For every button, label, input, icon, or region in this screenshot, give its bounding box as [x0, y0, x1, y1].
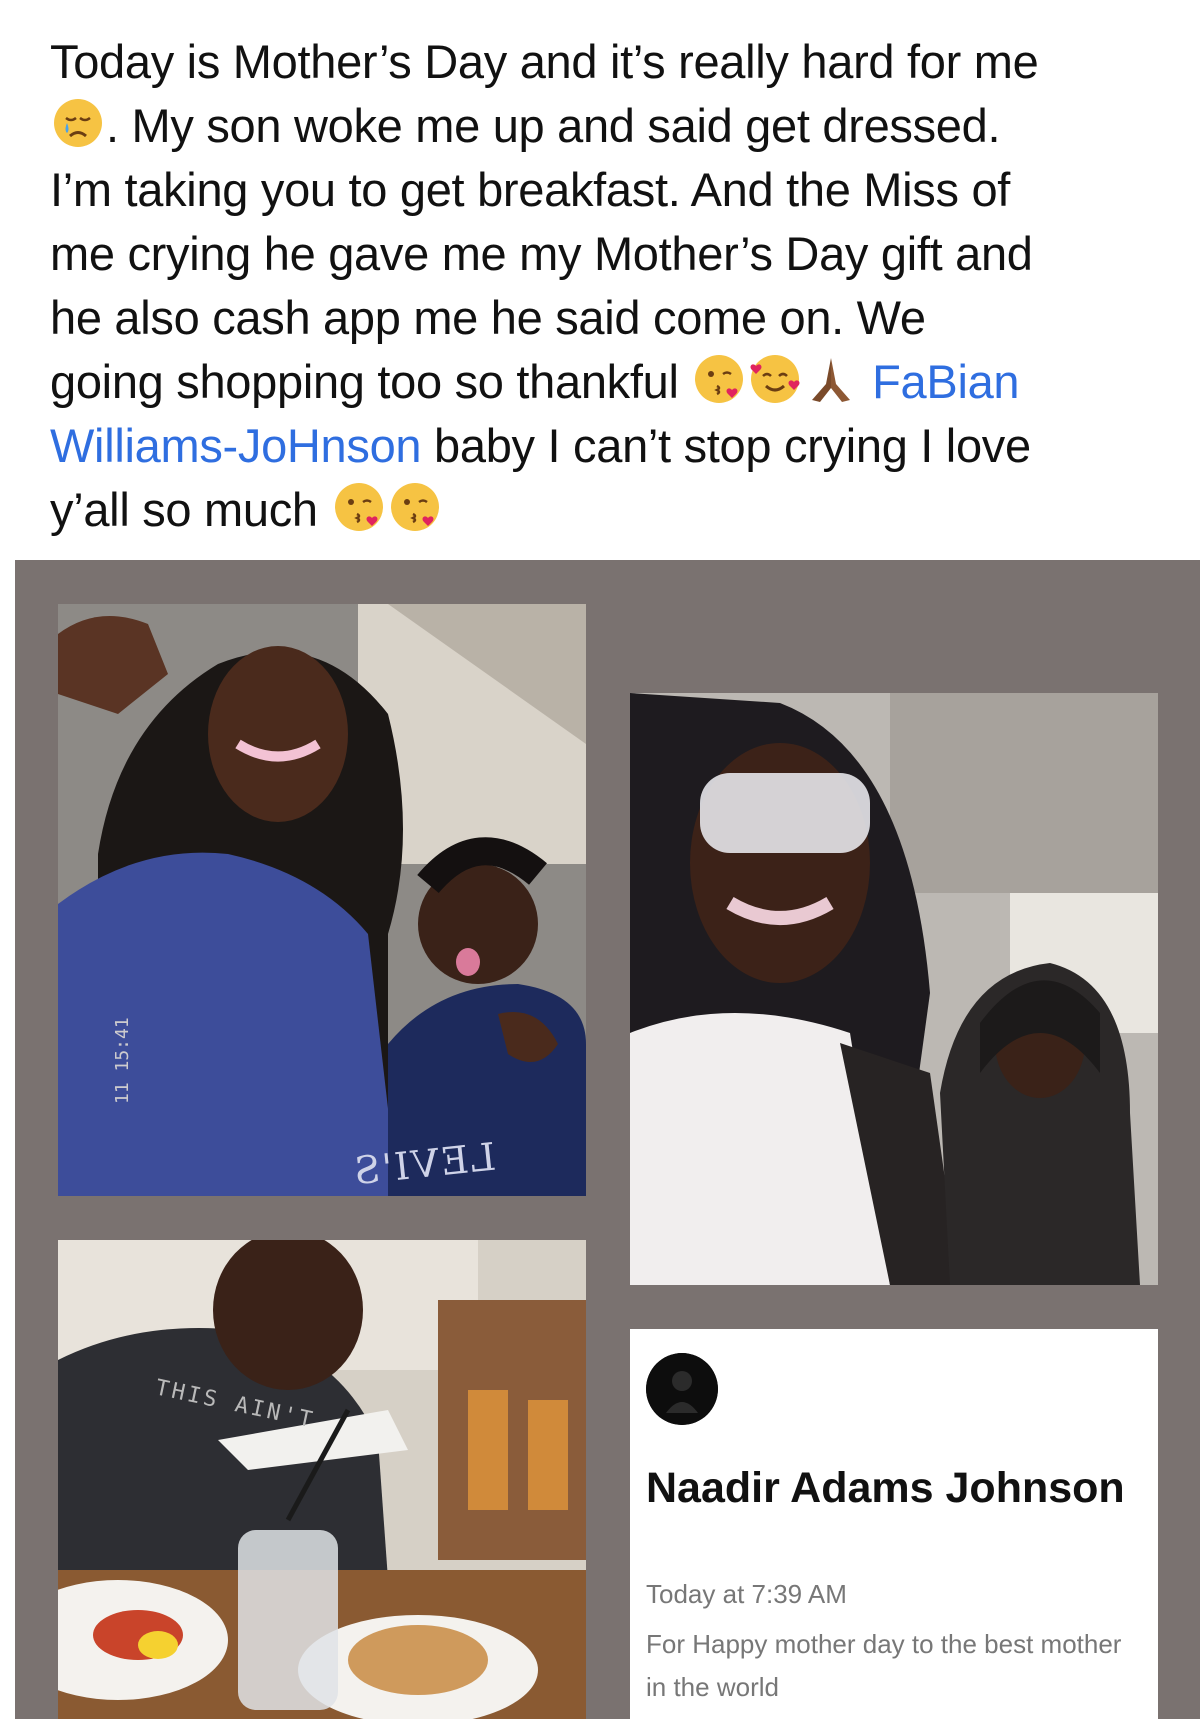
photo-mother-son-selfie[interactable]: 11 15:41 LEVI'S [58, 604, 586, 1196]
photo-timestamp: 11 15:41 [112, 1017, 133, 1104]
face-blowing-kiss-emoji-icon [692, 352, 746, 406]
avatar[interactable] [646, 1353, 718, 1425]
post-line: going shopping too so thankful FaBian [50, 350, 1170, 414]
photo-car-selfie[interactable] [630, 693, 1158, 1285]
folded-hands-emoji-icon [804, 352, 858, 406]
post-line: y’all so much [50, 478, 1170, 542]
post-line: I’m taking you to get breakfast. And the… [50, 163, 1011, 216]
message-timestamp: Today at 7:39 AM [646, 1579, 847, 1609]
profile-message-card[interactable]: Naadir Adams Johnson Today at 7:39 AM Fo… [630, 1329, 1158, 1719]
face-blowing-kiss-emoji-icon [388, 480, 442, 534]
crying-face-emoji-icon [51, 96, 105, 150]
mention-link[interactable]: Williams-JoHnson [50, 419, 422, 472]
mention-link[interactable]: FaBian [872, 355, 1019, 408]
photo-collage[interactable]: 11 15:41 LEVI'S THIS AIN'T Naadir Adams … [15, 560, 1200, 1719]
post-line: Today is Mother’s Day and it’s really ha… [50, 35, 1039, 88]
smiling-face-with-hearts-emoji-icon [748, 352, 802, 406]
post-line: he also cash app me he said come on. We [50, 291, 926, 344]
message-text: For Happy mother day to the best mother … [646, 1629, 1122, 1702]
post-text: Today is Mother’s Day and it’s really ha… [50, 30, 1170, 542]
face-blowing-kiss-emoji-icon [332, 480, 386, 534]
photo-breakfast[interactable]: THIS AIN'T [58, 1240, 586, 1719]
profile-name[interactable]: Naadir Adams Johnson [646, 1459, 1146, 1517]
post-line: Williams-JoHnson baby I can’t stop cryin… [50, 419, 1031, 472]
post-line: . My son woke me up and said get dressed… [50, 94, 1170, 158]
post-line: me crying he gave me my Mother’s Day gif… [50, 227, 1033, 280]
